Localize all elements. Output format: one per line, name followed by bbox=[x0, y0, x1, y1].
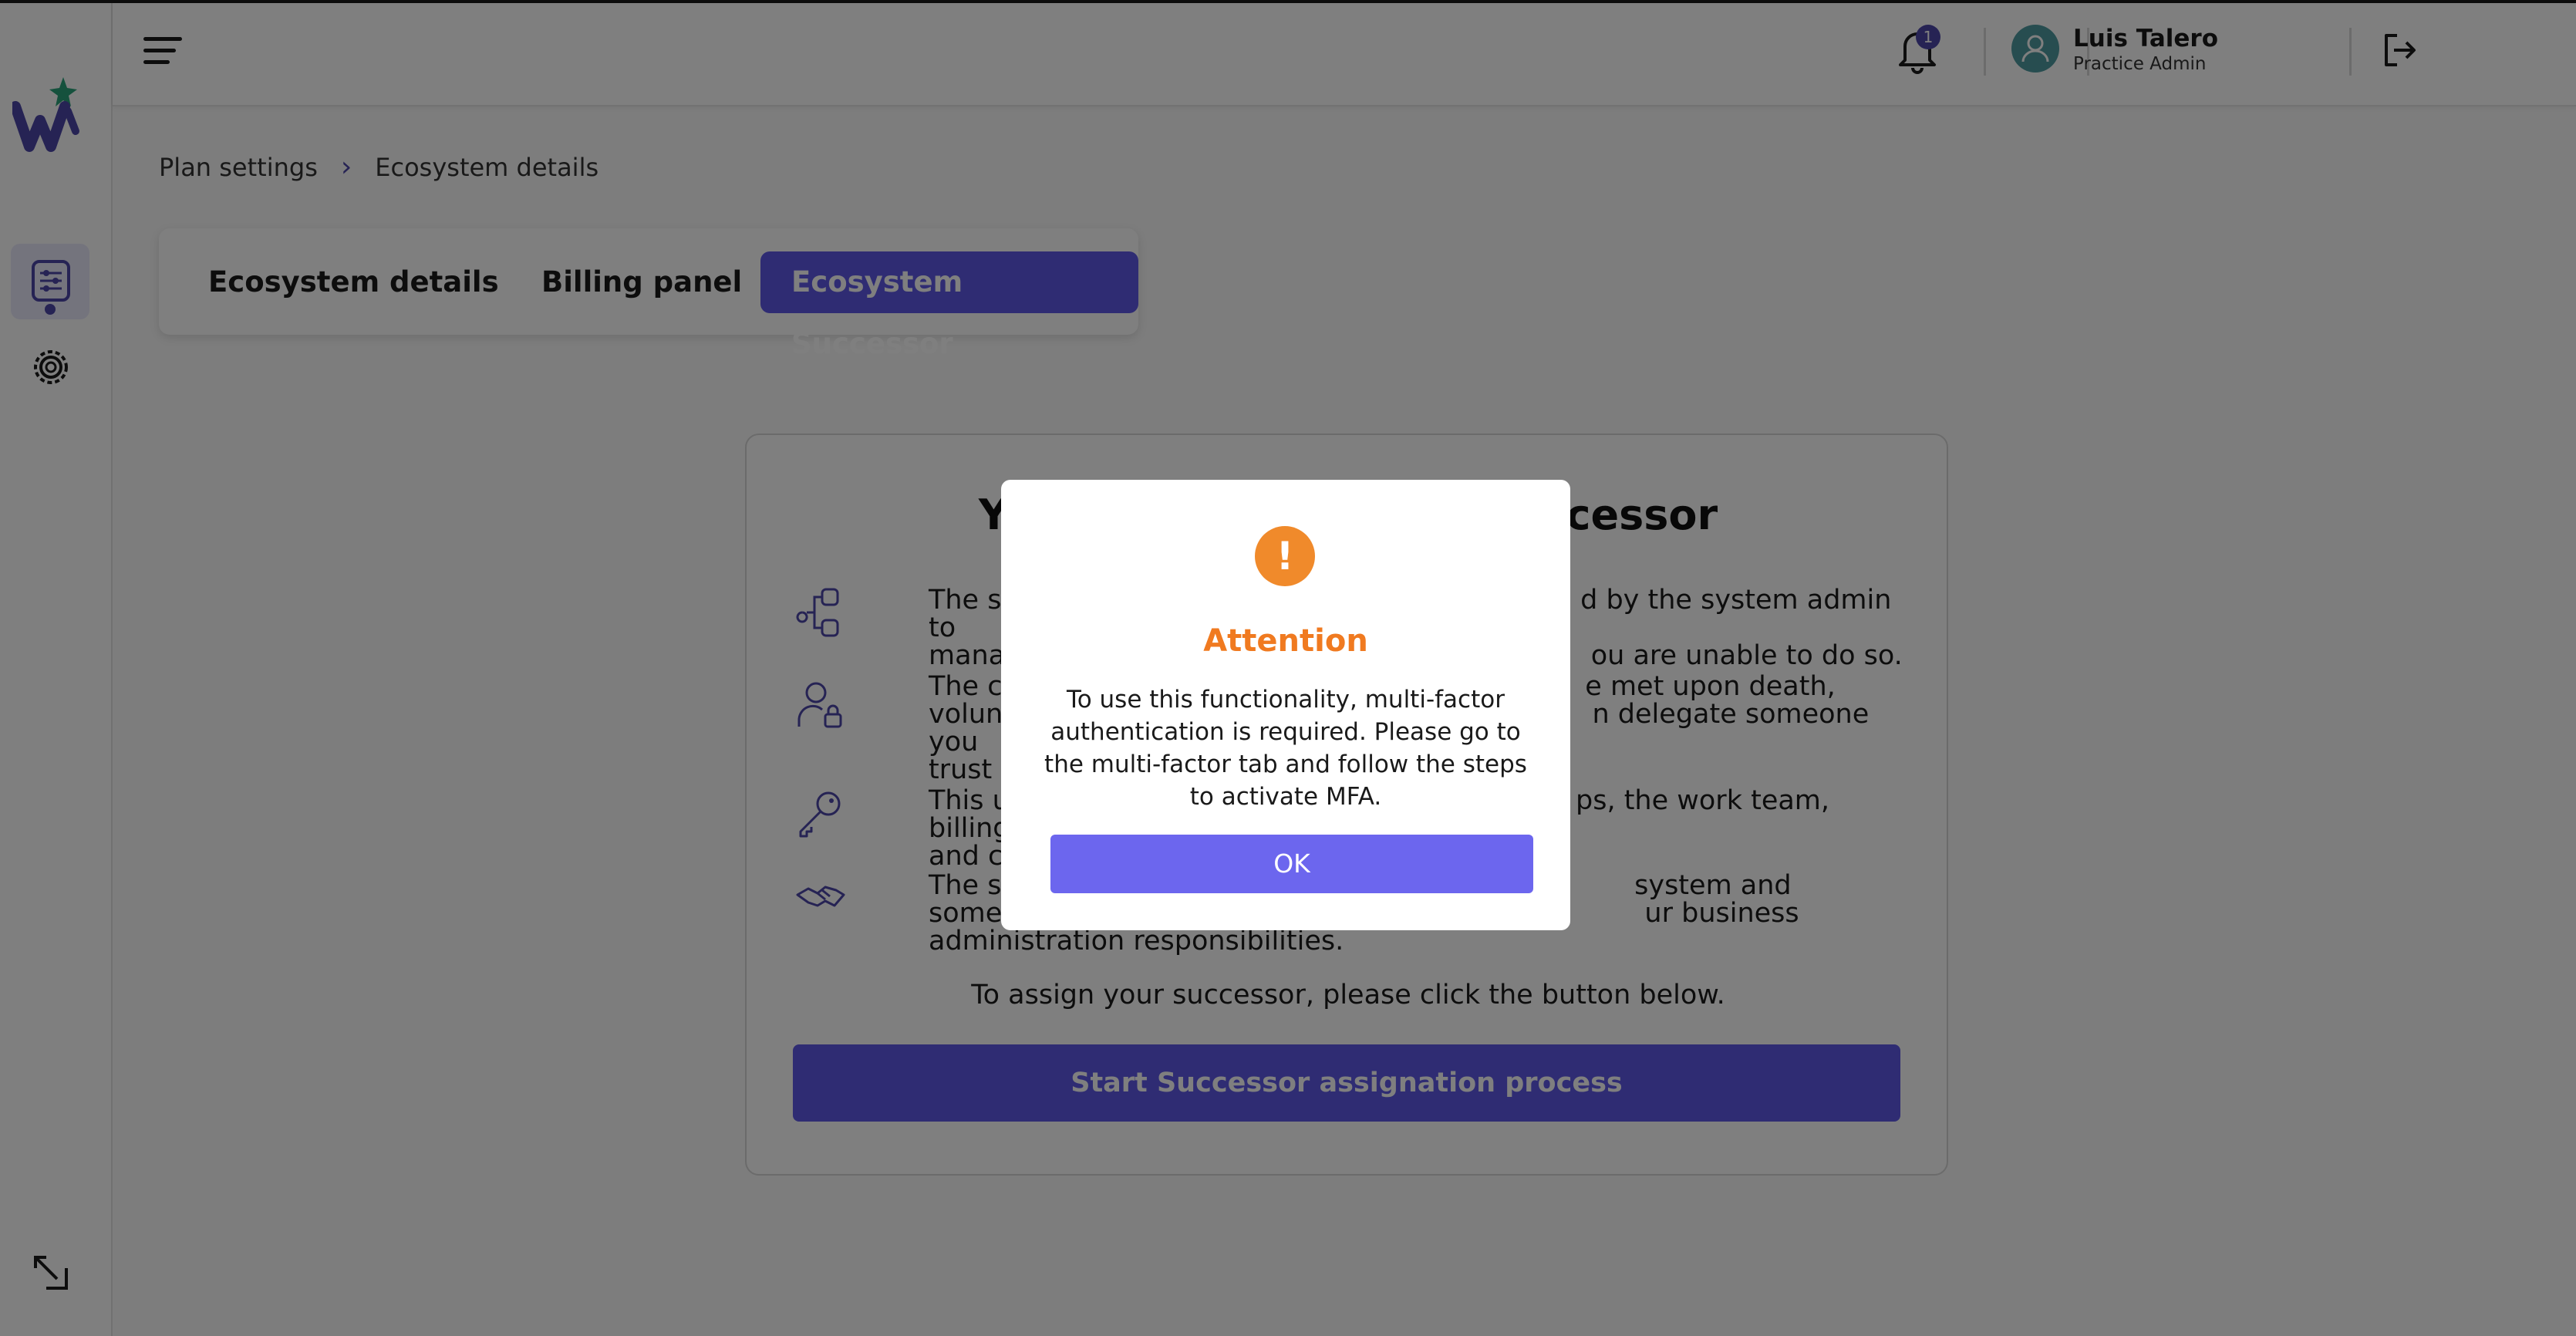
attention-modal: ! Attention To use this functionality, m… bbox=[1001, 480, 1570, 930]
warning-icon: ! bbox=[1255, 526, 1315, 586]
ok-button[interactable]: OK bbox=[1050, 835, 1533, 893]
modal-title: Attention bbox=[1203, 623, 1368, 659]
modal-message: To use this functionality, multi-factor … bbox=[1044, 686, 1527, 811]
